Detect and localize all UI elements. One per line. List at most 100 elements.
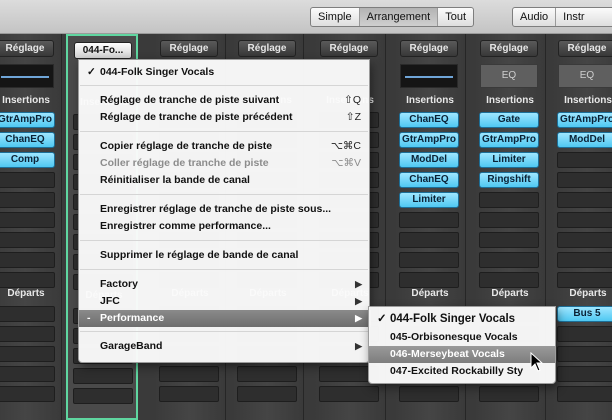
channel-strip-setting-button[interactable]: 044-Fo...	[74, 42, 132, 59]
send-bus-slot[interactable]: Bus 5	[557, 306, 612, 322]
empty-send-slot[interactable]	[159, 366, 219, 382]
empty-insert-slot[interactable]	[557, 232, 612, 248]
insert-plugin-slot[interactable]: ModDel	[557, 132, 612, 148]
empty-insert-slot[interactable]	[557, 272, 612, 288]
view-tout-button[interactable]: Tout	[438, 8, 473, 26]
empty-send-slot[interactable]	[73, 388, 133, 404]
checkmark-icon: ✓	[377, 313, 387, 325]
empty-insert-slot[interactable]	[399, 272, 459, 288]
menu-item-save-as-performance[interactable]: Enregistrer comme performance...	[79, 218, 371, 235]
channel-strip-setting-button[interactable]: Réglage	[400, 40, 458, 57]
empty-send-slot[interactable]	[0, 346, 55, 362]
menu-separator	[80, 131, 368, 132]
submenu-item-performance[interactable]: 045-Orbisonesque Vocals	[369, 329, 555, 346]
channel-strip-setting-button[interactable]: Réglage	[320, 40, 378, 57]
insert-plugin-slot[interactable]: ModDel	[399, 152, 459, 168]
channel-strip-setting-button[interactable]: Réglage	[558, 40, 612, 57]
insert-plugin-slot[interactable]: Limiter	[399, 192, 459, 208]
eq-display[interactable]	[400, 64, 458, 88]
empty-insert-slot[interactable]	[399, 212, 459, 228]
empty-insert-slot[interactable]	[557, 152, 612, 168]
empty-send-slot[interactable]	[0, 306, 55, 322]
channel-strip-setting-button[interactable]: Réglage	[160, 40, 218, 57]
empty-send-slot[interactable]	[557, 366, 612, 382]
menu-item-performance[interactable]: - Performance ▶	[79, 310, 371, 327]
insert-plugin-slot[interactable]: Gate	[479, 112, 539, 128]
empty-insert-slot[interactable]	[479, 272, 539, 288]
eq-display[interactable]	[0, 64, 54, 88]
empty-send-slot[interactable]	[0, 386, 55, 402]
empty-insert-slot[interactable]	[557, 172, 612, 188]
view-simple-button[interactable]: Simple	[311, 8, 360, 26]
performance-submenu: ✓ 044-Folk Singer Vocals 045-Orbisonesqu…	[368, 306, 556, 384]
empty-send-slot[interactable]	[319, 386, 379, 402]
empty-insert-slot[interactable]	[0, 172, 55, 188]
channel-strip-setting-button[interactable]: Réglage	[238, 40, 296, 57]
channel-strip-setting-button[interactable]: Réglage	[0, 40, 54, 57]
empty-send-slot[interactable]	[237, 366, 297, 382]
submenu-arrow-icon: ▶	[355, 341, 362, 351]
view-arrangement-button[interactable]: Arrangement	[359, 8, 439, 26]
empty-send-slot[interactable]	[237, 386, 297, 402]
channel-strip-setting-button[interactable]: Réglage	[480, 40, 538, 57]
menu-item-garageband[interactable]: GarageBand ▶	[79, 338, 371, 355]
empty-send-slot[interactable]	[0, 326, 55, 342]
insert-plugin-slot[interactable]: GtrAmpPro	[0, 112, 55, 128]
menu-item-reset-strip[interactable]: Réinitialiser la bande de canal	[79, 172, 371, 189]
menu-item-jfc[interactable]: JFC ▶	[79, 293, 371, 310]
empty-insert-slot[interactable]	[0, 232, 55, 248]
menu-item-next-setting[interactable]: Réglage de tranche de piste suivant ⇧Q	[79, 92, 371, 109]
empty-send-slot[interactable]	[73, 368, 133, 384]
insertions-label: Insertions	[406, 95, 454, 106]
empty-send-slot[interactable]	[557, 346, 612, 362]
insert-plugin-slot[interactable]: GtrAmpPro	[557, 112, 612, 128]
menu-item-factory[interactable]: Factory ▶	[79, 276, 371, 293]
insert-plugin-slot[interactable]: ChanEQ	[399, 112, 459, 128]
menu-item-save-setting-as[interactable]: Enregistrer réglage de tranche de piste …	[79, 201, 371, 218]
empty-insert-slot[interactable]	[0, 252, 55, 268]
menu-item-delete-setting[interactable]: Supprimer le réglage de bande de canal	[79, 247, 371, 264]
insert-plugin-slot[interactable]: ChanEQ	[399, 172, 459, 188]
empty-insert-slot[interactable]	[399, 252, 459, 268]
insert-plugin-slot[interactable]: GtrAmpPro	[479, 132, 539, 148]
insertions-label: Insertions	[2, 95, 50, 106]
submenu-item-performance[interactable]: 046-Merseybeat Vocals	[369, 346, 555, 363]
empty-insert-slot[interactable]	[557, 252, 612, 268]
empty-send-slot[interactable]	[479, 386, 539, 402]
filter-audio-button[interactable]: Audio	[513, 8, 557, 26]
insertions-label: Insertions	[486, 95, 534, 106]
filter-instr-button[interactable]: Instr	[556, 8, 591, 26]
empty-insert-slot[interactable]	[0, 212, 55, 228]
empty-insert-slot[interactable]	[479, 252, 539, 268]
submenu-item-performance[interactable]: ✓ 044-Folk Singer Vocals	[369, 311, 555, 328]
empty-insert-slot[interactable]	[557, 192, 612, 208]
insert-plugin-slot[interactable]: Ringshift	[479, 172, 539, 188]
insert-plugin-slot[interactable]: Comp	[0, 152, 55, 168]
mixer-toolbar: Simple Arrangement Tout Audio Instr	[0, 0, 612, 34]
mouse-pointer-icon	[530, 352, 544, 372]
empty-insert-slot[interactable]	[479, 192, 539, 208]
insert-plugin-slot[interactable]: GtrAmpPro	[399, 132, 459, 148]
menu-item-paste-setting: Coller réglage de tranche de piste ⌥⌘V	[100, 157, 361, 169]
insert-plugin-slot[interactable]: Limiter	[479, 152, 539, 168]
mixer-window: Simple Arrangement Tout Audio Instr Régl…	[0, 0, 612, 420]
empty-insert-slot[interactable]	[557, 212, 612, 228]
insert-plugin-slot[interactable]: ChanEQ	[0, 132, 55, 148]
menu-item-previous-setting[interactable]: Réglage de tranche de piste précédent ⇧Z	[79, 109, 371, 126]
empty-insert-slot[interactable]	[0, 192, 55, 208]
menu-item-current-setting[interactable]: ✓ 044-Folk Singer Vocals	[79, 64, 371, 81]
empty-insert-slot[interactable]	[0, 272, 55, 288]
empty-send-slot[interactable]	[557, 386, 612, 402]
empty-send-slot[interactable]	[557, 326, 612, 342]
empty-send-slot[interactable]	[159, 386, 219, 402]
eq-button[interactable]: EQ	[558, 64, 612, 88]
submenu-item-performance[interactable]: 047-Excited Rockabilly Sty	[369, 363, 555, 380]
menu-item-copy-setting[interactable]: Copier réglage de tranche de piste ⌥⌘C	[79, 138, 371, 155]
empty-send-slot[interactable]	[0, 366, 55, 382]
menu-separator	[80, 331, 368, 332]
empty-insert-slot[interactable]	[479, 232, 539, 248]
empty-insert-slot[interactable]	[399, 232, 459, 248]
eq-button[interactable]: EQ	[480, 64, 538, 88]
empty-send-slot[interactable]	[399, 386, 459, 402]
empty-insert-slot[interactable]	[479, 212, 539, 228]
